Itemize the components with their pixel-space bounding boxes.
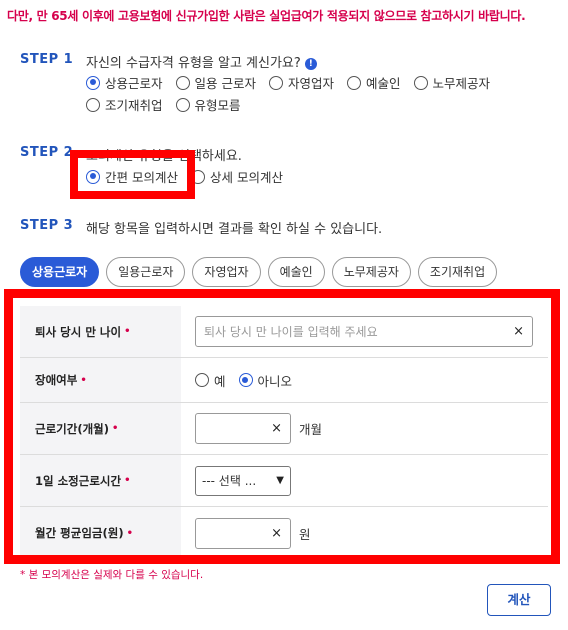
label-text: 장애여부 [35,373,78,387]
close-icon[interactable]: × [271,421,282,436]
required-mark: • [126,527,133,539]
radio-label: 유형모름 [194,98,241,113]
footnote-text: * 본 모의계산은 실제와 다를 수 있습니다. [20,569,204,581]
wage-input[interactable]: × [195,517,291,549]
period-unit: 개월 [299,422,323,437]
hours-select[interactable]: --- 선택 ... ▼ [195,465,291,496]
radio-type-daily[interactable]: 일용 근로자 [175,73,256,92]
step1-question: 자신의 수급자격 유형을 알고 계신가요?! [86,52,317,71]
radio-label: 예술인 [366,76,401,91]
form-label-age: 퇴사 당시 만 나이 • [20,306,181,357]
radio-icon[interactable] [269,75,283,90]
radio-simple-calc[interactable]: 간편 모의계산 [86,167,178,186]
close-icon[interactable]: × [271,526,282,541]
label-text: 월간 평균임금(원) [35,526,124,540]
form-value-period: × 개월 [181,413,322,444]
step2-question: 모의계산 유형을 선택하세요. [86,149,242,164]
step2-options: 간편 모의계산 상세 모의계산 [86,167,283,186]
radio-type-selfemployed[interactable]: 자영업자 [269,73,334,92]
form-row-hours: 1일 소정근로시간 • --- 선택 ... ▼ [20,455,548,507]
radio-selected-icon[interactable] [238,373,253,387]
radio-label: 간편 모의계산 [105,170,178,185]
form-row-age: 퇴사 당시 만 나이 • 퇴사 당시 만 나이를 입력해 주세요 × [20,306,548,358]
label-text: 근로기간(개월) [35,421,109,436]
worker-type-tabs: 상용근로자 일용근로자 자영업자 예술인 노무제공자 조기재취업 [20,257,498,287]
chevron-down-icon: ▼ [276,475,284,486]
form-row-period: 근로기간(개월) • × 개월 [20,403,548,455]
radio-type-unknown[interactable]: 유형모름 [175,95,241,114]
radio-icon[interactable] [86,97,100,112]
notice-text: 다만, 만 65세 이후에 고용보험에 신규가입한 사람은 실업급여가 적용되지… [7,9,526,23]
step1-options-row2: 조기재취업 유형모름 [86,95,241,114]
radio-icon[interactable] [413,75,428,90]
form-value-wage: × 원 [181,517,311,549]
form-value-disability: 예 아니오 [181,371,292,390]
radio-type-early-reemployment[interactable]: 조기재취업 [86,95,163,114]
radio-icon[interactable] [190,169,205,184]
radio-label: 상용근로자 [105,76,163,91]
radio-label: 일용 근로자 [194,76,256,91]
step2-label: STEP 2 [20,145,74,160]
radio-disability-no[interactable]: 아니오 [238,371,293,390]
radio-type-laborprovider[interactable]: 노무제공자 [413,73,491,92]
tab-early-reemployment[interactable]: 조기재취업 [417,257,498,287]
form-label-hours: 1일 소정근로시간 • [20,455,181,506]
radio-selected-icon[interactable] [86,169,100,184]
period-input[interactable]: × [195,413,291,444]
wage-unit: 원 [299,526,311,542]
form-value-age: 퇴사 당시 만 나이를 입력해 주세요 × [181,316,533,347]
close-icon[interactable]: × [513,324,524,339]
hours-select-value: --- 선택 ... [202,474,257,488]
radio-icon[interactable] [347,75,362,90]
required-mark: • [80,374,87,386]
calculate-button[interactable]: 계산 [487,584,551,616]
radio-type-artist[interactable]: 예술인 [347,73,401,92]
label-text: 퇴사 당시 만 나이 [35,324,122,339]
radio-label: 노무제공자 [432,76,491,91]
step3-instruction: 해당 항목을 입력하시면 결과를 확인 하실 수 있습니다. [86,222,383,237]
radio-label: 상세 모의계산 [209,170,283,185]
age-input[interactable]: 퇴사 당시 만 나이를 입력해 주세요 × [195,316,533,347]
radio-icon[interactable] [195,373,209,387]
radio-icon[interactable] [175,97,190,112]
tab-daily-worker[interactable]: 일용근로자 [106,257,186,287]
required-mark: • [124,326,131,337]
step1-question-text: 자신의 수급자격 유형을 알고 계신가요? [86,56,301,71]
required-mark: • [112,423,119,434]
age-input-placeholder: 퇴사 당시 만 나이를 입력해 주세요 [204,325,378,339]
tab-regular-worker[interactable]: 상용근로자 [20,257,100,287]
step3-label: STEP 3 [20,218,74,233]
form-label-disability: 장애여부 • [20,358,181,402]
required-mark: • [124,475,131,486]
radio-label: 자영업자 [288,76,335,91]
radio-label: 예 [214,373,226,389]
label-text: 1일 소정근로시간 [35,473,122,488]
info-icon[interactable]: ! [304,58,317,70]
radio-icon[interactable] [175,75,190,90]
radio-label: 아니오 [257,373,293,389]
tab-labor-provider[interactable]: 노무제공자 [331,257,411,287]
form-row-wage: 월간 평균임금(원) • × 원 [20,507,548,559]
radio-type-regular[interactable]: 상용근로자 [86,73,163,92]
form-label-period: 근로기간(개월) • [20,403,181,454]
form-label-wage: 월간 평균임금(원) • [20,507,181,559]
tab-self-employed[interactable]: 자영업자 [192,257,261,287]
form-row-disability: 장애여부 • 예 아니오 [20,358,548,403]
radio-disability-yes[interactable]: 예 [195,371,226,390]
step1-label: STEP 1 [20,52,74,67]
calc-form: 퇴사 당시 만 나이 • 퇴사 당시 만 나이를 입력해 주세요 × 장애여부 • … [20,306,548,559]
radio-detailed-calc[interactable]: 상세 모의계산 [190,167,283,186]
radio-label: 조기재취업 [105,98,163,113]
radio-selected-icon[interactable] [86,75,100,90]
tab-artist[interactable]: 예술인 [267,257,325,287]
step1-options-row1: 상용근로자 일용 근로자 자영업자 예술인 노무제공자 [86,73,490,92]
form-value-hours: --- 선택 ... ▼ [181,465,291,496]
